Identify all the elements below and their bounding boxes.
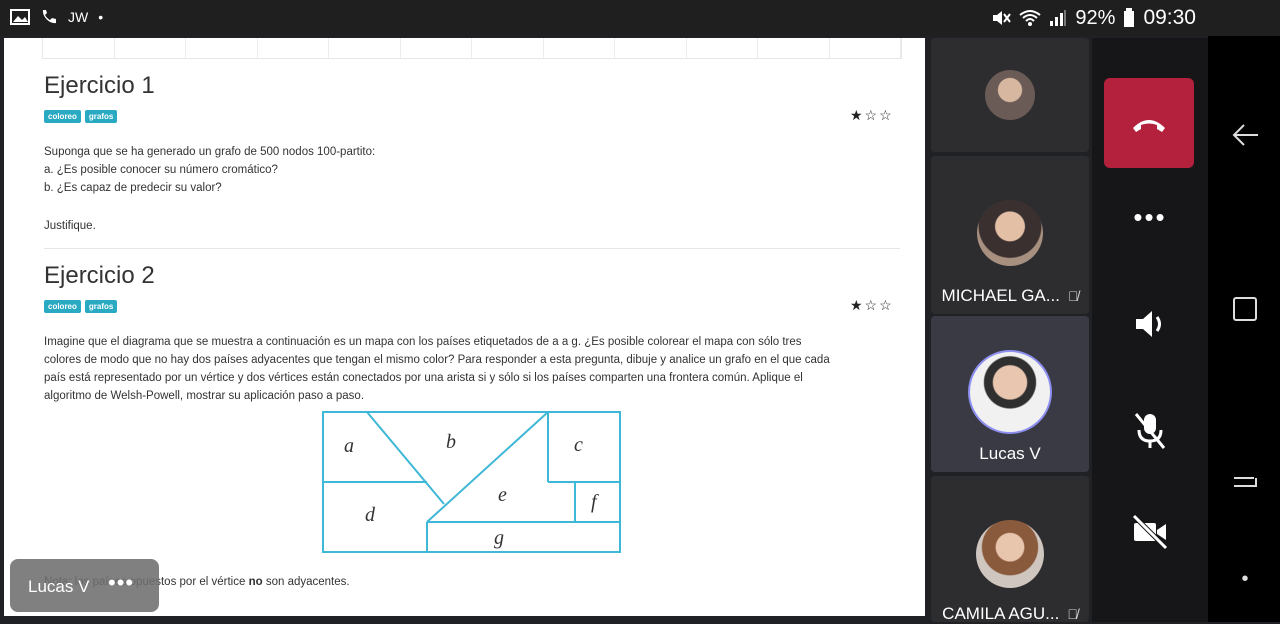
- tag-coloreo[interactable]: coloreo: [44, 300, 81, 313]
- participant-tile-2[interactable]: MICHAEL GA... 🎙̸: [931, 156, 1089, 314]
- avatar: [985, 70, 1035, 120]
- toast-name: Lucas V: [28, 577, 90, 596]
- exercise-1-line-3: b. ¿Es capaz de predecir su valor?: [44, 182, 222, 194]
- clock: 09:30: [1143, 6, 1196, 29]
- exercise-2-line-3: país está representado por un vértice y …: [44, 372, 803, 384]
- signal-icon: [1050, 10, 1067, 26]
- exercise-1-line-4: Justifique.: [44, 220, 96, 232]
- avatar: [968, 350, 1052, 434]
- android-nav-bar: •: [1208, 36, 1280, 622]
- map-label-c: c: [574, 434, 583, 456]
- map-label-a: a: [344, 435, 354, 457]
- participant-name: Lucas V: [979, 444, 1041, 463]
- exercise-2-title: Ejercicio 2: [44, 262, 155, 289]
- tag-grafos[interactable]: grafos: [84, 110, 118, 123]
- recents-button[interactable]: [1230, 294, 1260, 324]
- map-line: [366, 411, 445, 505]
- presenter-toast[interactable]: Lucas V •••: [10, 559, 159, 612]
- participant-name: CAMILA AGU...: [942, 604, 1060, 623]
- status-bar: JW • 92% 09:30: [0, 0, 1280, 36]
- call-controls: •••: [1092, 38, 1208, 622]
- phone-icon: [42, 10, 56, 24]
- divider: [44, 248, 900, 249]
- exercise-1-title: Ejercicio 1: [44, 72, 155, 99]
- exercise-2-rating[interactable]: ★☆☆: [850, 297, 894, 314]
- avatar: [977, 200, 1043, 266]
- mute-mic-button[interactable]: [1114, 410, 1186, 460]
- country-map: a b c d e f g: [322, 411, 621, 553]
- hang-up-icon: [1133, 120, 1165, 132]
- exercise-2-line-4: algoritmo de Welsh-Powell, mostrar su ap…: [44, 390, 365, 402]
- mic-off-icon: [1134, 413, 1166, 449]
- tag-grafos[interactable]: grafos: [84, 300, 118, 313]
- battery-text: 92%: [1075, 6, 1116, 29]
- avatar: [976, 520, 1044, 588]
- map-line: [426, 411, 549, 523]
- camera-off-icon: [1132, 514, 1168, 550]
- gallery-icon: [10, 9, 30, 25]
- map-label-f: f: [591, 491, 599, 513]
- participant-name: MICHAEL GA...: [941, 286, 1060, 305]
- exercise-2-line-1: Imagine que el diagrama que se muestra a…: [44, 336, 802, 348]
- hang-up-button[interactable]: [1104, 78, 1194, 168]
- status-left-text: JW: [68, 9, 89, 25]
- mic-off-icon: 🎙̸: [1067, 288, 1079, 304]
- exercise-1-line-2: a. ¿Es posible conocer su número cromáti…: [44, 164, 278, 176]
- map-label-b: b: [446, 431, 456, 453]
- toggle-nav-button[interactable]: [1230, 470, 1260, 500]
- table-edge: [42, 38, 902, 59]
- note-bold: no: [248, 576, 263, 588]
- recents-icon: [1233, 297, 1257, 321]
- note-suffix: son adyacentes.: [265, 576, 350, 588]
- status-left: JW •: [10, 8, 103, 26]
- participant-tile-1[interactable]: [931, 38, 1089, 152]
- speaker-icon: [1136, 311, 1161, 337]
- more-button[interactable]: •••: [1114, 202, 1186, 252]
- tag-coloreo[interactable]: coloreo: [44, 110, 81, 123]
- map-label-d: d: [365, 504, 376, 526]
- exercise-1-tags: coloreo grafos: [44, 110, 118, 123]
- exercise-2-tags: coloreo grafos: [44, 300, 118, 313]
- nav-dot-icon: •: [1241, 568, 1249, 590]
- exercise-2-line-2: colores de modo que no hay dos países ad…: [44, 354, 830, 366]
- back-icon: [1232, 124, 1258, 146]
- participant-name-row: CAMILA AGU... 🎙̸: [931, 604, 1089, 624]
- back-button[interactable]: [1230, 120, 1260, 150]
- participant-tile-4[interactable]: CAMILA AGU... 🎙̸: [931, 476, 1089, 624]
- participant-name-row: MICHAEL GA... 🎙̸: [931, 286, 1089, 306]
- mic-off-icon: 🎙̸: [1067, 606, 1078, 622]
- map-label-g: g: [494, 527, 504, 549]
- exercise-1-line-1: Suponga que se ha generado un grafo de 5…: [44, 146, 376, 158]
- nav-toggle-icon: [1234, 477, 1257, 487]
- wifi-icon: [1019, 10, 1042, 26]
- participant-tile-3[interactable]: Lucas V: [931, 316, 1089, 472]
- map-label-e: e: [498, 484, 507, 506]
- speaker-button[interactable]: [1114, 304, 1186, 354]
- exercise-1-rating[interactable]: ★☆☆: [850, 107, 894, 124]
- battery-icon: [1124, 8, 1135, 27]
- status-right: 92% 09:30: [991, 6, 1196, 30]
- toast-more-button[interactable]: •••: [108, 570, 134, 596]
- camera-button[interactable]: [1114, 512, 1186, 562]
- mute-icon: [993, 11, 1012, 25]
- shared-document[interactable]: Ejercicio 1 coloreo grafos ★☆☆ Suponga q…: [4, 38, 925, 616]
- participants-panel: MICHAEL GA... 🎙̸ Lucas V CAMILA AGU... 🎙̸: [931, 38, 1089, 624]
- dot-icon: •: [98, 9, 104, 25]
